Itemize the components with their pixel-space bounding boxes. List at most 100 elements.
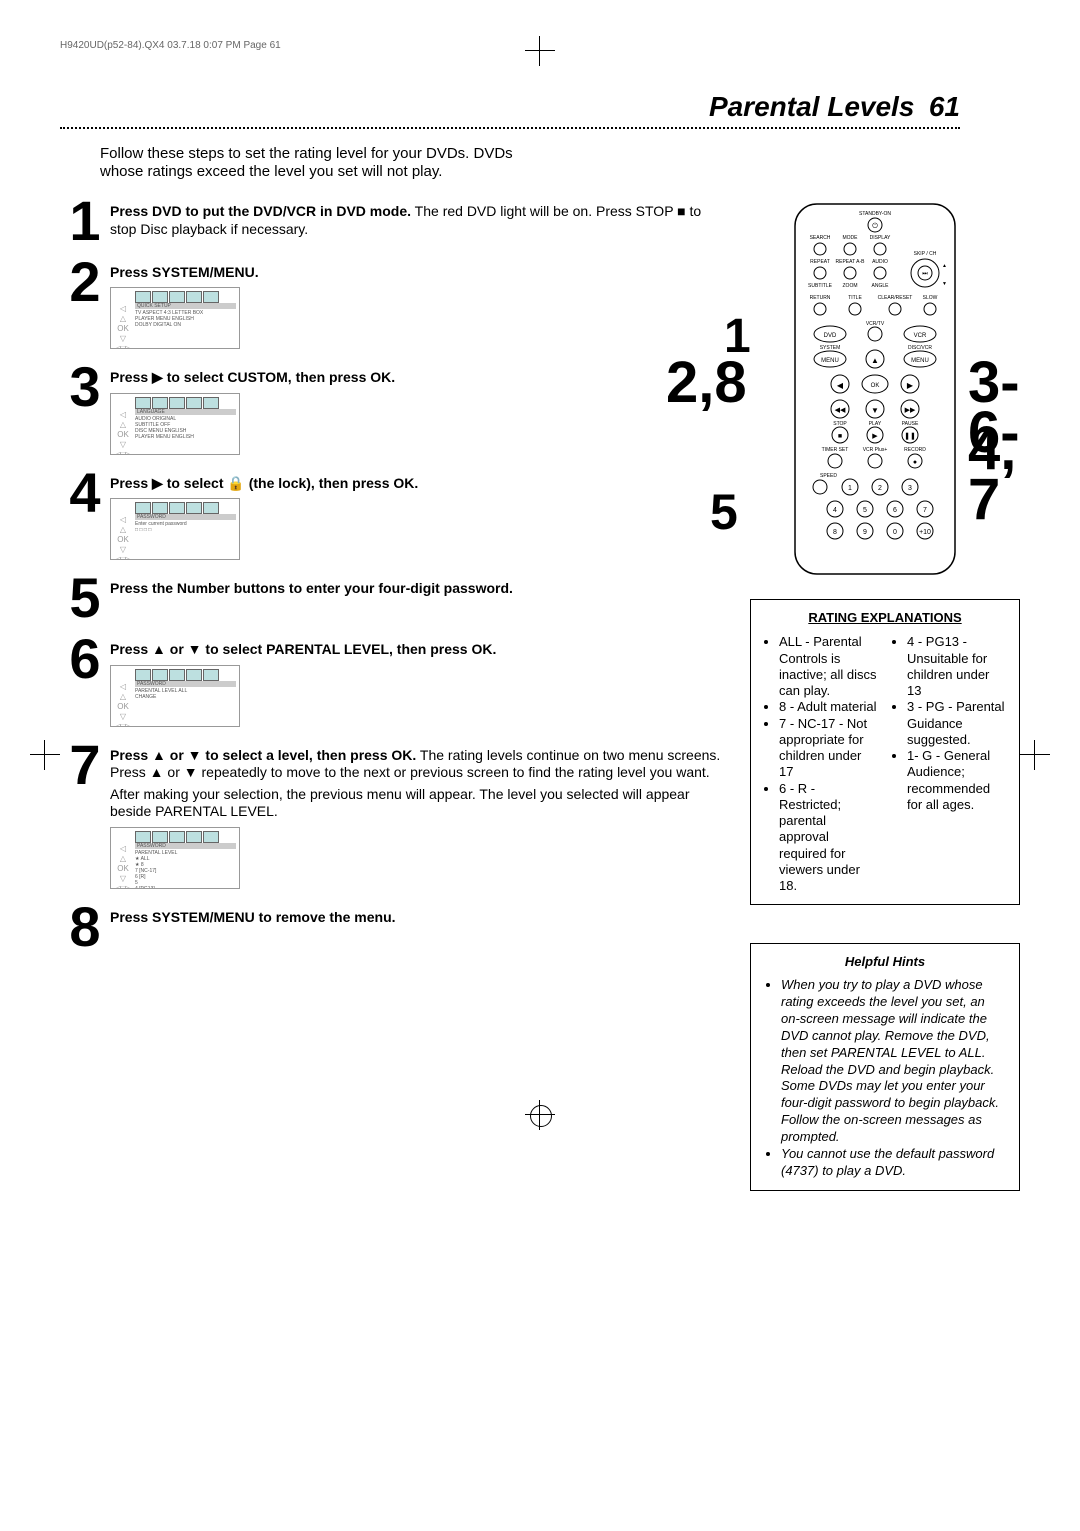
step-bold: Press ▲ or ▼ to select PARENTAL LEVEL, t… xyxy=(110,641,496,657)
svg-text:TIMER SET: TIMER SET xyxy=(822,447,849,453)
svg-text:SKIP / CH: SKIP / CH xyxy=(914,251,937,257)
svg-text:DVD: DVD xyxy=(824,333,837,339)
step-body: Press ▶ to select CUSTOM, then press OK.… xyxy=(110,365,726,455)
svg-text:MODE: MODE xyxy=(843,235,859,241)
rating-item: 1- G - General Audience; recommended for… xyxy=(907,748,1007,813)
ratings-left-list: ALL - Parental Controls is inactive; all… xyxy=(763,634,879,894)
callout-2-8: 2,8 xyxy=(666,349,747,416)
rating-item: 7 - NC-17 - Not appropriate for children… xyxy=(779,716,879,781)
svg-text:RECORD: RECORD xyxy=(904,447,926,453)
callout-6-7: 6-7 xyxy=(968,399,1020,533)
osd-menu: ◁△OK▽◁□▷QUICK SETUPTV ASPECT 4:3 LETTER … xyxy=(110,287,240,349)
registration-mark xyxy=(1020,740,1050,770)
ratings-right-list: 4 - PG13 - Unsuitable for children under… xyxy=(891,634,1007,894)
svg-text:VCR Plus+: VCR Plus+ xyxy=(863,447,888,453)
svg-text:DISPLAY: DISPLAY xyxy=(870,235,891,241)
rating-explanations-box: RATING EXPLANATIONS ALL - Parental Contr… xyxy=(750,599,1020,905)
step-2: 2Press SYSTEM/MENU. ◁△OK▽◁□▷QUICK SETUPTV… xyxy=(60,260,726,350)
svg-text:SYSTEM: SYSTEM xyxy=(820,345,841,351)
svg-text:8: 8 xyxy=(833,529,837,536)
hint-item: You cannot use the default password (473… xyxy=(781,1146,1005,1180)
step-1: 1Press DVD to put the DVD/VCR in DVD mod… xyxy=(60,199,726,244)
rating-item: 8 - Adult material xyxy=(779,699,879,715)
svg-text:+10: +10 xyxy=(919,529,931,536)
svg-text:STOP: STOP xyxy=(833,421,847,427)
svg-text:0: 0 xyxy=(893,529,897,536)
svg-text:ZOOM: ZOOM xyxy=(843,283,858,289)
intro-text: Follow these steps to set the rating lev… xyxy=(100,145,560,181)
step-5: 5Press the Number buttons to enter your … xyxy=(60,576,726,621)
page-number: 61 xyxy=(929,91,960,122)
remote-control: STANDBY-ON ⏻ SEARCH MODE DISPLAY REPEAT xyxy=(790,199,960,579)
svg-text:TITLE: TITLE xyxy=(848,295,862,301)
svg-text:▲: ▲ xyxy=(942,263,947,269)
svg-text:STANDBY-ON: STANDBY-ON xyxy=(859,211,891,217)
svg-text:▶: ▶ xyxy=(872,433,878,440)
header-note: H9420UD(p52-84).QX4 03.7.18 0:07 PM Page… xyxy=(60,40,1020,51)
svg-text:MENU: MENU xyxy=(821,358,839,364)
svg-text:AUDIO: AUDIO xyxy=(872,259,888,265)
osd-menu: ◁△OK▽◁□▷PASSWORDPARENTAL LEVEL ALLCHANGE xyxy=(110,665,240,727)
callout-5: 5 xyxy=(710,483,738,541)
step-number: 8 xyxy=(60,905,110,950)
helpful-hints-box: Helpful Hints When you try to play a DVD… xyxy=(750,943,1020,1191)
svg-text:●: ● xyxy=(913,459,917,466)
rating-item: 6 - R - Restricted; parental approval re… xyxy=(779,781,879,895)
osd-menu: ◁△OK▽◁□▷PASSWORDEnter current password□ … xyxy=(110,498,240,560)
registration-mark xyxy=(30,740,60,770)
page-title: Parental Levels xyxy=(709,91,914,122)
svg-text:CLEAR/RESET: CLEAR/RESET xyxy=(878,295,913,301)
svg-text:OK: OK xyxy=(871,383,880,389)
step-3: 3Press ▶ to select CUSTOM, then press OK… xyxy=(60,365,726,455)
step-number: 3 xyxy=(60,365,110,410)
osd-menu: ◁△OK▽◁□▷LANGUAGEAUDIO ORIGINALSUBTITLE O… xyxy=(110,393,240,455)
step-7: 7Press ▲ or ▼ to select a level, then pr… xyxy=(60,743,726,889)
step-bold: Press ▶ to select 🔒 (the lock), then pre… xyxy=(110,475,418,491)
svg-text:DISC/VCR: DISC/VCR xyxy=(908,345,932,351)
svg-text:▼: ▼ xyxy=(871,406,879,415)
hints-list: When you try to play a DVD whose rating … xyxy=(765,977,1005,1180)
step-body: Press ▶ to select 🔒 (the lock), then pre… xyxy=(110,471,726,561)
svg-text:◀: ◀ xyxy=(837,381,844,390)
rating-item: 3 - PG - Parental Guidance suggested. xyxy=(907,699,1007,748)
step-bold: Press SYSTEM/MENU. xyxy=(110,264,259,280)
osd-menu: ◁△OK▽◁□▷PASSWORDPARENTAL LEVEL★ ALL★ 87 … xyxy=(110,827,240,889)
svg-text:REPEAT: REPEAT xyxy=(810,259,830,265)
step-extra: After making your selection, the previou… xyxy=(110,786,726,821)
step-number: 5 xyxy=(60,576,110,621)
svg-text:⏭: ⏭ xyxy=(922,271,928,277)
svg-text:⏻: ⏻ xyxy=(872,222,878,230)
step-8: 8Press SYSTEM/MENU to remove the menu. xyxy=(60,905,726,950)
svg-text:▲: ▲ xyxy=(871,356,879,365)
step-body: Press ▲ or ▼ to select PARENTAL LEVEL, t… xyxy=(110,637,726,727)
hints-header: Helpful Hints xyxy=(765,954,1005,971)
step-body: Press SYSTEM/MENU to remove the menu. xyxy=(110,905,726,927)
svg-text:PLAY: PLAY xyxy=(869,421,882,427)
step-bold: Press ▶ to select CUSTOM, then press OK. xyxy=(110,369,395,385)
svg-text:SEARCH: SEARCH xyxy=(810,235,831,241)
svg-text:▼: ▼ xyxy=(942,281,947,287)
svg-text:▶▶: ▶▶ xyxy=(905,407,916,414)
svg-text:VCR/TV: VCR/TV xyxy=(866,321,885,327)
svg-text:1: 1 xyxy=(848,485,852,492)
svg-text:ANGLE: ANGLE xyxy=(872,283,890,289)
svg-text:VCR: VCR xyxy=(914,333,927,339)
step-number: 4 xyxy=(60,471,110,516)
svg-text:SUBTITLE: SUBTITLE xyxy=(808,283,833,289)
svg-text:▶: ▶ xyxy=(907,381,914,390)
svg-text:SLOW: SLOW xyxy=(923,295,938,301)
svg-text:RETURN: RETURN xyxy=(810,295,831,301)
steps-column: 1Press DVD to put the DVD/VCR in DVD mod… xyxy=(60,199,726,965)
svg-text:3: 3 xyxy=(908,485,912,492)
hint-item: When you try to play a DVD whose rating … xyxy=(781,977,1005,1146)
right-column: 1 2,8 3-4, 6-7 5 STANDBY-ON ⏻ SEARCH MOD… xyxy=(750,199,1020,1191)
svg-text:SPEED: SPEED xyxy=(820,473,837,479)
step-number: 1 xyxy=(60,199,110,244)
step-bold: Press SYSTEM/MENU to remove the menu. xyxy=(110,909,396,925)
rating-item: ALL - Parental Controls is inactive; all… xyxy=(779,634,879,699)
step-number: 2 xyxy=(60,260,110,305)
step-6: 6Press ▲ or ▼ to select PARENTAL LEVEL, … xyxy=(60,637,726,727)
svg-text:MENU: MENU xyxy=(911,358,929,364)
step-body: Press DVD to put the DVD/VCR in DVD mode… xyxy=(110,199,726,238)
svg-text:7: 7 xyxy=(923,507,927,514)
